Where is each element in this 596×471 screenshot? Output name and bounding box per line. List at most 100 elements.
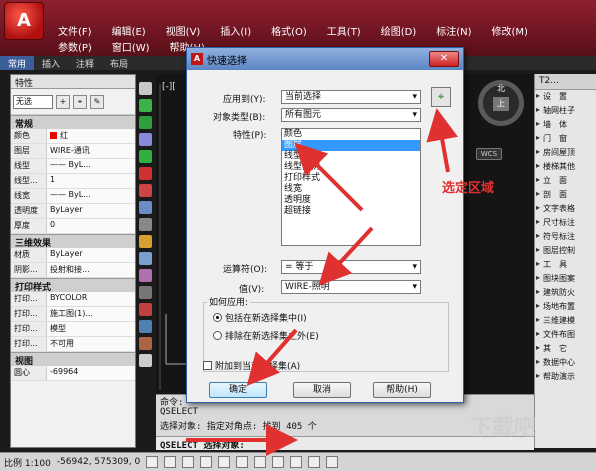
info-tool-icon[interactable] xyxy=(139,167,152,180)
toggle-pickadd-icon[interactable]: + xyxy=(56,94,70,109)
property-option[interactable]: 线型比例 xyxy=(282,162,420,173)
value-combo[interactable]: WIRE-照明 xyxy=(281,280,421,294)
line-tool-icon[interactable] xyxy=(139,82,152,95)
tarch-item[interactable]: 图层控制 xyxy=(535,244,596,258)
prop-row[interactable]: 线型 —— ByL... xyxy=(11,159,135,174)
zoom-tool-icon[interactable] xyxy=(139,354,152,367)
stretch-tool-icon[interactable] xyxy=(139,303,152,316)
property-option[interactable]: 线宽 xyxy=(282,184,420,195)
menu-view[interactable]: 视图(V) xyxy=(156,22,211,39)
tarch-item[interactable]: 墙 体 xyxy=(535,118,596,132)
quick-select-icon[interactable]: ✎ xyxy=(90,94,104,109)
prop-row[interactable]: 圆心 -69964 xyxy=(11,366,135,381)
array-tool-icon[interactable] xyxy=(139,269,152,282)
section-view[interactable]: 视图 xyxy=(11,352,135,367)
tarch-item[interactable]: 门 窗 xyxy=(535,132,596,146)
angle-tool-icon[interactable] xyxy=(139,235,152,248)
prop-row[interactable]: 阴影... 投射和接... xyxy=(11,263,135,278)
snap-icon[interactable] xyxy=(146,456,159,468)
ducs-icon[interactable] xyxy=(254,456,267,468)
viewcube-compass[interactable]: 北 上 xyxy=(478,80,524,126)
menu-dimension[interactable]: 标注(N) xyxy=(426,22,481,39)
prop-row[interactable]: 线型... 1 xyxy=(11,174,135,189)
tab-home[interactable]: 常用 xyxy=(0,56,35,70)
scale-readout[interactable]: 比例 1:100 xyxy=(4,456,51,469)
tarch-item[interactable]: 剖 面 xyxy=(535,188,596,202)
prop-row[interactable]: 图层 WIRE-通讯 xyxy=(11,144,135,159)
osnap-icon[interactable] xyxy=(218,456,231,468)
operator-combo[interactable]: = 等于 xyxy=(281,260,421,274)
property-option[interactable]: 打印样式 xyxy=(282,173,420,184)
tab-layout[interactable]: 布局 xyxy=(102,56,136,70)
prop-row[interactable]: 打印... 施工图(1)... xyxy=(11,307,135,322)
hatch-tool-icon[interactable] xyxy=(139,337,152,350)
tarch-item[interactable]: 工 具 xyxy=(535,258,596,272)
polar-icon[interactable] xyxy=(200,456,213,468)
tarch-item[interactable]: 尺寸标注 xyxy=(535,216,596,230)
otrack-icon[interactable] xyxy=(236,456,249,468)
tarch-item[interactable]: 楼梯其他 xyxy=(535,160,596,174)
tarch-item[interactable]: 帮助演示 xyxy=(535,370,596,384)
lineweight-icon[interactable] xyxy=(290,456,303,468)
exclude-radio[interactable]: 排除在新选择集之外(E) xyxy=(213,329,319,342)
add-tool-icon[interactable] xyxy=(139,150,152,163)
dimension-tool-icon[interactable] xyxy=(139,218,152,231)
menu-window[interactable]: 窗口(W) xyxy=(102,38,160,55)
tarch-item[interactable]: 轴网柱子 xyxy=(535,104,596,118)
transparency-icon[interactable] xyxy=(308,456,321,468)
tarch-item[interactable]: 场地布置 xyxy=(535,300,596,314)
grid-icon[interactable] xyxy=(164,456,177,468)
select-objects-button[interactable]: ⌖ xyxy=(431,87,451,107)
property-option[interactable]: 超链接 xyxy=(282,206,420,217)
selection-dropdown[interactable]: 无选 xyxy=(13,94,53,109)
compass-center[interactable]: 上 xyxy=(493,97,509,111)
tarch-item[interactable]: 文件布图 xyxy=(535,328,596,342)
property-option-selected[interactable]: 图层 xyxy=(282,140,420,151)
dialog-title-bar[interactable]: A 快速选择 xyxy=(187,48,463,70)
tab-annotate[interactable]: 注释 xyxy=(68,56,102,70)
tarch-item[interactable]: 房间屋顶 xyxy=(535,146,596,160)
number-tool-icon[interactable] xyxy=(139,133,152,146)
menu-modify[interactable]: 修改(M) xyxy=(482,22,538,39)
section-3d-effects[interactable]: 三维效果 xyxy=(11,234,135,249)
block-tool-icon[interactable] xyxy=(139,286,152,299)
section-general[interactable]: 常规 xyxy=(11,115,135,130)
prop-row[interactable]: 材质 ByLayer xyxy=(11,248,135,263)
prop-row[interactable]: 厚度 0 xyxy=(11,219,135,234)
tarch-item[interactable]: 其 它 xyxy=(535,342,596,356)
tarch-item[interactable]: 建筑防火 xyxy=(535,286,596,300)
tarch-item[interactable]: 文字表格 xyxy=(535,202,596,216)
menu-draw[interactable]: 绘图(D) xyxy=(371,22,427,39)
table-tool-icon[interactable] xyxy=(139,320,152,333)
dialog-close-button[interactable]: ✕ xyxy=(429,51,459,67)
prop-row[interactable]: 颜色 红 xyxy=(11,129,135,144)
prop-row[interactable]: 打印... 模型 xyxy=(11,322,135,337)
app-logo-icon[interactable]: A xyxy=(4,2,44,40)
wcs-badge[interactable]: WCS xyxy=(476,148,502,160)
tarch-item[interactable]: 符号标注 xyxy=(535,230,596,244)
properties-listbox[interactable]: 颜色 图层 线型 线型比例 打印样式 线宽 透明度 超链接 xyxy=(281,128,421,246)
include-radio[interactable]: 包括在新选择集中(I) xyxy=(213,311,307,324)
menu-tools[interactable]: 工具(T) xyxy=(317,22,371,39)
polyline-tool-icon[interactable] xyxy=(139,99,152,112)
menu-file[interactable]: 文件(F) xyxy=(48,22,102,39)
menu-format[interactable]: 格式(O) xyxy=(261,22,317,39)
property-option[interactable]: 线型 xyxy=(282,151,420,162)
measure-tool-icon[interactable] xyxy=(139,201,152,214)
prop-row[interactable]: 打印... BYCOLOR xyxy=(11,292,135,307)
model-icon[interactable] xyxy=(326,456,339,468)
tarch-item[interactable]: 图块图案 xyxy=(535,272,596,286)
check-tool-icon[interactable] xyxy=(139,116,152,129)
prop-row[interactable]: 线宽 —— ByL... xyxy=(11,189,135,204)
help-button[interactable]: 帮助(H) xyxy=(373,382,431,398)
property-option[interactable]: 透明度 xyxy=(282,195,420,206)
prop-row[interactable]: 透明度 ByLayer xyxy=(11,204,135,219)
counter-tool-icon[interactable] xyxy=(139,184,152,197)
menu-insert[interactable]: 插入(I) xyxy=(210,22,261,39)
compass-north[interactable]: 北 xyxy=(495,83,507,93)
property-option[interactable]: 颜色 xyxy=(282,129,420,140)
append-checkbox[interactable]: 附加到当前选择集(A) xyxy=(203,359,300,372)
ortho-icon[interactable] xyxy=(182,456,195,468)
tarch-item[interactable]: 立 面 xyxy=(535,174,596,188)
level-tool-icon[interactable] xyxy=(139,252,152,265)
